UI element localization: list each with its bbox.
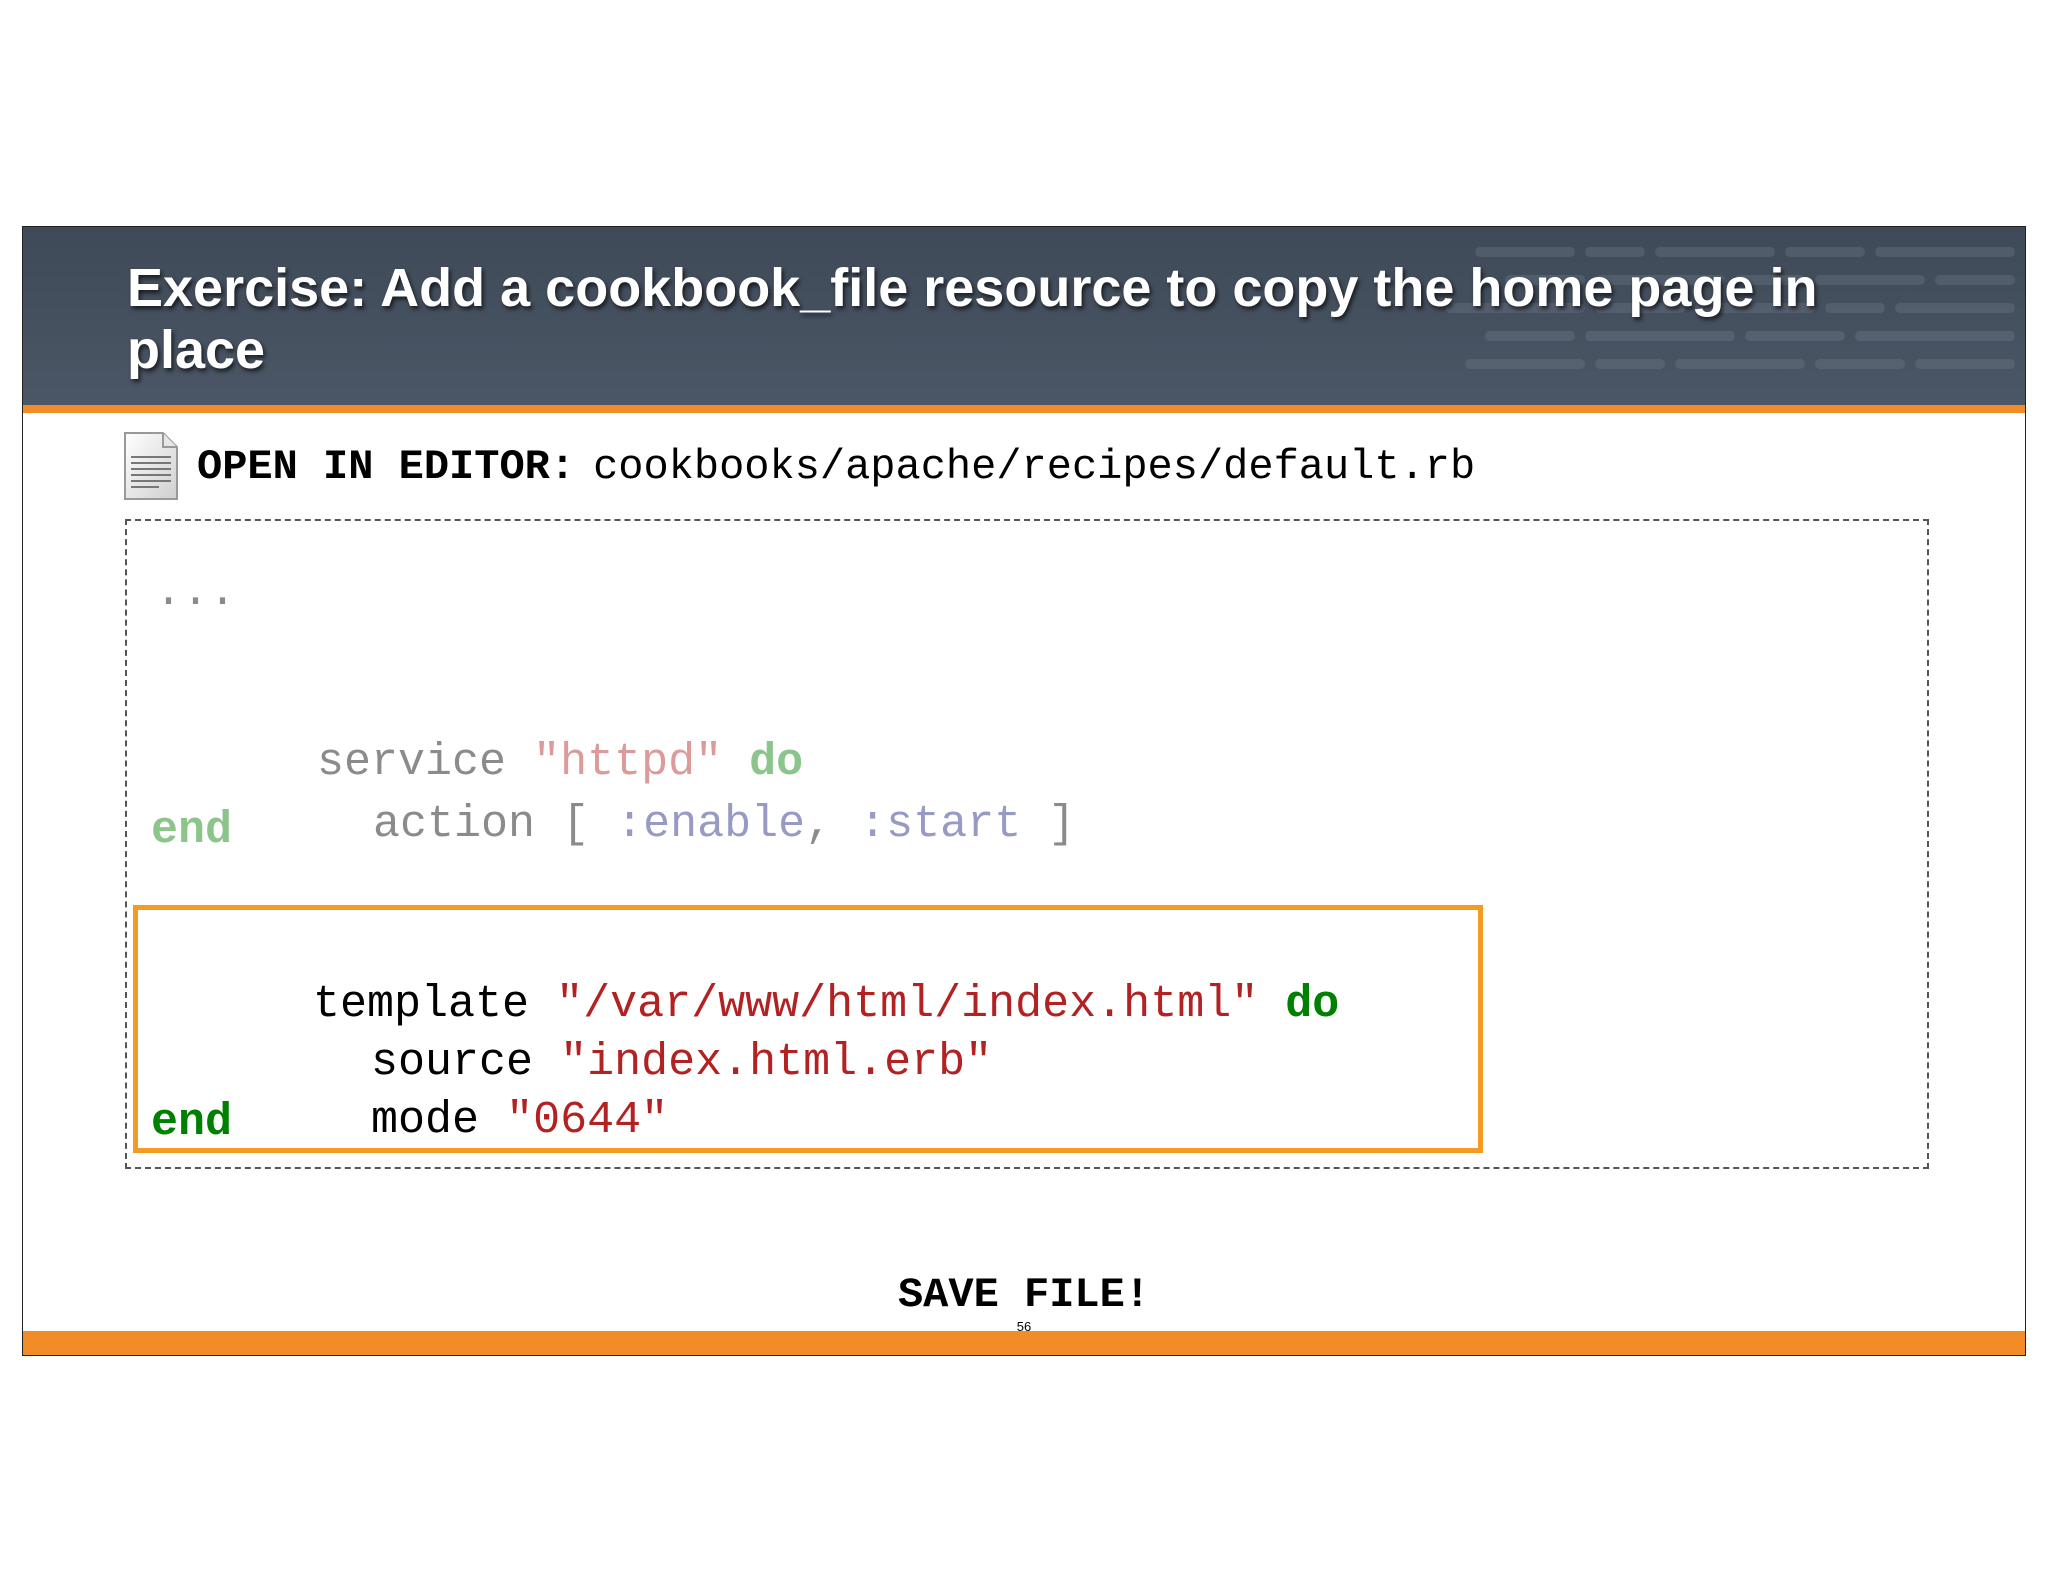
save-file-text: SAVE FILE! bbox=[897, 1271, 1151, 1319]
code-bracket: ] bbox=[1048, 799, 1076, 850]
file-path: cookbooks/apache/recipes/default.rb bbox=[593, 443, 1476, 491]
code-symbol: :enable bbox=[616, 799, 806, 850]
slide-title: Exercise: Add a cookbook_file resource t… bbox=[127, 258, 1818, 380]
footer-stripe bbox=[23, 1331, 2025, 1355]
code-ellipsis: ... bbox=[155, 567, 237, 618]
highlight-box bbox=[133, 905, 1483, 1153]
header-stripe bbox=[23, 405, 2025, 413]
open-in-editor-row: OPEN IN EDITOR: cookbooks/apache/recipes… bbox=[119, 427, 1475, 507]
code-keyword: action bbox=[373, 799, 536, 850]
open-in-editor-label: OPEN IN EDITOR: bbox=[197, 443, 576, 491]
code-line-service-end: end bbox=[151, 805, 233, 856]
code-symbol: :start bbox=[859, 799, 1022, 850]
code-line-action: action [ :enable, :start ] bbox=[211, 741, 1075, 909]
code-bracket: [ bbox=[562, 799, 590, 850]
document-icon bbox=[124, 432, 178, 500]
code-comma: , bbox=[805, 799, 833, 850]
slide-header: Exercise: Add a cookbook_file resource t… bbox=[23, 227, 2025, 405]
slide: Exercise: Add a cookbook_file resource t… bbox=[22, 226, 2026, 1356]
